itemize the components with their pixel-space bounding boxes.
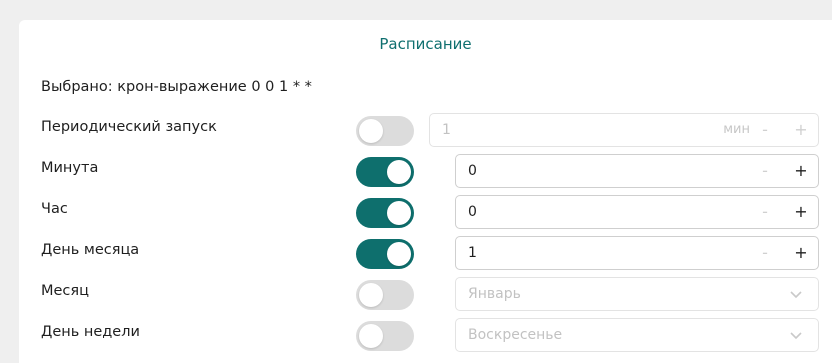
hour-decrement-button[interactable]: - [756, 202, 774, 221]
minute-label: Минута [41, 160, 99, 176]
toggle-knob [387, 201, 411, 225]
day-of-week-toggle[interactable] [356, 321, 414, 351]
periodic-run-unit: мин [723, 122, 750, 137]
periodic-run-increment-button[interactable]: + [792, 120, 810, 139]
minute-toggle[interactable] [356, 157, 414, 187]
hour-increment-button[interactable]: + [792, 202, 810, 221]
month-label: Месяц [41, 283, 89, 299]
day-of-month-toggle[interactable] [356, 239, 414, 269]
toggle-knob [387, 160, 411, 184]
day-of-month-label: День месяца [41, 242, 140, 258]
chevron-down-icon [790, 332, 802, 340]
row-month: Месяц Январь [19, 275, 832, 311]
day-of-month-stepper[interactable]: 1 - + [455, 236, 819, 270]
minute-stepper[interactable]: 0 - + [455, 154, 819, 188]
row-hour: Час 0 - + [19, 193, 832, 229]
day-of-month-increment-button[interactable]: + [792, 243, 810, 262]
schedule-panel: Расписание Выбрано: крон-выражение 0 0 1… [19, 20, 832, 363]
day-of-month-value: 1 [468, 245, 477, 261]
periodic-run-toggle[interactable] [356, 116, 414, 146]
month-toggle[interactable] [356, 280, 414, 310]
hour-label: Час [41, 201, 68, 217]
chevron-down-icon [790, 291, 802, 299]
row-periodic-run: Периодический запуск 1 мин - + [19, 111, 832, 147]
day-of-week-select[interactable]: Воскресенье [455, 318, 819, 352]
day-of-week-select-value: Воскресенье [468, 327, 563, 343]
day-of-week-label: День недели [41, 324, 140, 340]
row-minute: Минута 0 - + [19, 152, 832, 188]
hour-toggle[interactable] [356, 198, 414, 228]
periodic-run-stepper[interactable]: 1 мин - + [429, 113, 819, 147]
cron-expression-summary: Выбрано: крон-выражение 0 0 1 * * [41, 79, 312, 95]
row-day-of-month: День месяца 1 - + [19, 234, 832, 270]
periodic-run-label: Периодический запуск [41, 119, 217, 135]
toggle-knob [359, 119, 383, 143]
day-of-month-decrement-button[interactable]: - [756, 243, 774, 262]
periodic-run-decrement-button[interactable]: - [756, 120, 774, 139]
toggle-knob [387, 242, 411, 266]
month-select-value: Январь [468, 286, 521, 302]
row-day-of-week: День недели Воскресенье [19, 316, 832, 352]
minute-decrement-button[interactable]: - [756, 161, 774, 180]
periodic-run-value: 1 [442, 122, 451, 138]
toggle-knob [359, 324, 383, 348]
month-select[interactable]: Январь [455, 277, 819, 311]
minute-increment-button[interactable]: + [792, 161, 810, 180]
schedule-title: Расписание [379, 35, 472, 53]
hour-stepper[interactable]: 0 - + [455, 195, 819, 229]
hour-value: 0 [468, 204, 477, 220]
toggle-knob [359, 283, 383, 307]
minute-value: 0 [468, 163, 477, 179]
